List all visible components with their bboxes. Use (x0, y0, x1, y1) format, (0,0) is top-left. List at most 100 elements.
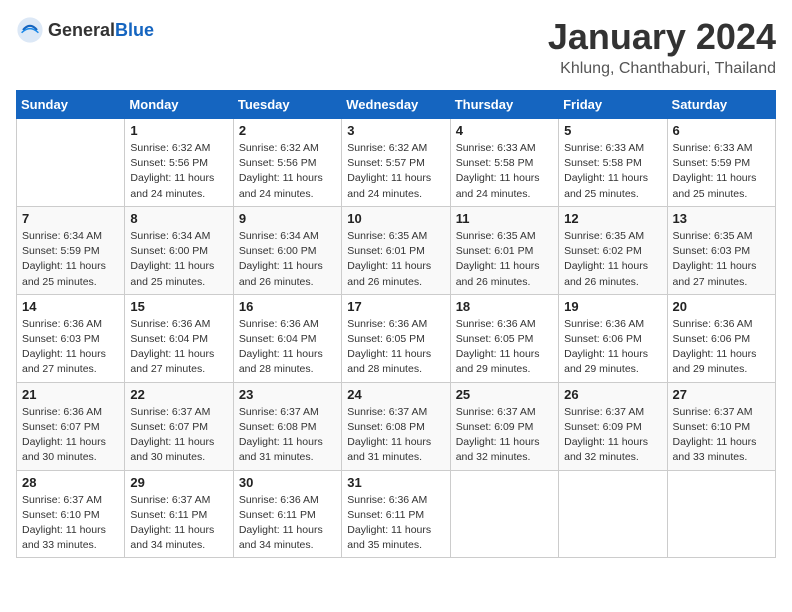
day-number: 1 (130, 123, 227, 138)
calendar-week-3: 14 Sunrise: 6:36 AMSunset: 6:03 PMDayligh… (17, 294, 776, 382)
day-number: 7 (22, 211, 119, 226)
calendar-cell: 16Sunrise: 6:36 AMSunset: 6:04 PMDayligh… (233, 294, 341, 382)
day-info: Sunrise: 6:36 AMSunset: 6:04 PMDaylight:… (239, 317, 336, 378)
day-info: Sunrise: 6:37 AMSunset: 6:09 PMDaylight:… (456, 405, 553, 466)
calendar-cell: 3 Sunrise: 6:32 AMSunset: 5:57 PMDaylight… (342, 119, 450, 207)
day-number: 14 (22, 299, 119, 314)
calendar-body: 1 Sunrise: 6:32 AMSunset: 5:56 PMDaylight… (17, 119, 776, 558)
calendar-header-tuesday: Tuesday (233, 91, 341, 119)
calendar-cell: 12 Sunrise: 6:35 AMSunset: 6:02 PMDayligh… (559, 206, 667, 294)
day-number: 9 (239, 211, 336, 226)
calendar-cell (667, 470, 775, 558)
calendar-cell: 19Sunrise: 6:36 AMSunset: 6:06 PMDayligh… (559, 294, 667, 382)
day-info: Sunrise: 6:36 AMSunset: 6:05 PMDaylight:… (456, 317, 553, 378)
calendar-header-monday: Monday (125, 91, 233, 119)
calendar-week-2: 7 Sunrise: 6:34 AMSunset: 5:59 PMDaylight… (17, 206, 776, 294)
day-info: Sunrise: 6:32 AMSunset: 5:57 PMDaylight:… (347, 141, 444, 202)
day-number: 12 (564, 211, 661, 226)
title-block: January 2024 Khlung, Chanthaburi, Thaila… (548, 16, 776, 78)
day-info: Sunrise: 6:36 AMSunset: 6:07 PMDaylight:… (22, 405, 119, 466)
day-info: Sunrise: 6:34 AMSunset: 5:59 PMDaylight:… (22, 229, 119, 290)
logo-text: GeneralBlue (48, 20, 154, 41)
calendar-cell: 5 Sunrise: 6:33 AMSunset: 5:58 PMDaylight… (559, 119, 667, 207)
calendar-cell: 23Sunrise: 6:37 AMSunset: 6:08 PMDayligh… (233, 382, 341, 470)
calendar-cell: 10 Sunrise: 6:35 AMSunset: 6:01 PMDayligh… (342, 206, 450, 294)
day-info: Sunrise: 6:37 AMSunset: 6:11 PMDaylight:… (130, 493, 227, 554)
day-info: Sunrise: 6:36 AMSunset: 6:06 PMDaylight:… (673, 317, 770, 378)
day-info: Sunrise: 6:36 AMSunset: 6:06 PMDaylight:… (564, 317, 661, 378)
calendar-header-friday: Friday (559, 91, 667, 119)
day-number: 28 (22, 475, 119, 490)
day-info: Sunrise: 6:37 AMSunset: 6:10 PMDaylight:… (673, 405, 770, 466)
calendar-cell: 14 Sunrise: 6:36 AMSunset: 6:03 PMDayligh… (17, 294, 125, 382)
day-number: 2 (239, 123, 336, 138)
calendar-cell: 24 Sunrise: 6:37 AMSunset: 6:08 PMDayligh… (342, 382, 450, 470)
calendar-cell: 29Sunrise: 6:37 AMSunset: 6:11 PMDayligh… (125, 470, 233, 558)
day-info: Sunrise: 6:32 AMSunset: 5:56 PMDaylight:… (239, 141, 336, 202)
day-number: 6 (673, 123, 770, 138)
day-info: Sunrise: 6:37 AMSunset: 6:08 PMDaylight:… (347, 405, 444, 466)
day-number: 21 (22, 387, 119, 402)
day-info: Sunrise: 6:37 AMSunset: 6:10 PMDaylight:… (22, 493, 119, 554)
calendar-cell: 26 Sunrise: 6:37 AMSunset: 6:09 PMDayligh… (559, 382, 667, 470)
calendar-week-5: 28 Sunrise: 6:37 AMSunset: 6:10 PMDayligh… (17, 470, 776, 558)
calendar-cell (450, 470, 558, 558)
day-number: 31 (347, 475, 444, 490)
day-number: 25 (456, 387, 553, 402)
day-info: Sunrise: 6:33 AMSunset: 5:59 PMDaylight:… (673, 141, 770, 202)
calendar-header-sunday: Sunday (17, 91, 125, 119)
day-info: Sunrise: 6:34 AMSunset: 6:00 PMDaylight:… (239, 229, 336, 290)
calendar-cell: 7 Sunrise: 6:34 AMSunset: 5:59 PMDaylight… (17, 206, 125, 294)
day-info: Sunrise: 6:36 AMSunset: 6:03 PMDaylight:… (22, 317, 119, 378)
day-info: Sunrise: 6:33 AMSunset: 5:58 PMDaylight:… (456, 141, 553, 202)
day-info: Sunrise: 6:35 AMSunset: 6:01 PMDaylight:… (347, 229, 444, 290)
calendar-cell (17, 119, 125, 207)
page-header: GeneralBlue January 2024 Khlung, Chantha… (16, 16, 776, 78)
day-info: Sunrise: 6:37 AMSunset: 6:09 PMDaylight:… (564, 405, 661, 466)
calendar-header-thursday: Thursday (450, 91, 558, 119)
calendar-week-1: 1 Sunrise: 6:32 AMSunset: 5:56 PMDaylight… (17, 119, 776, 207)
day-info: Sunrise: 6:32 AMSunset: 5:56 PMDaylight:… (130, 141, 227, 202)
calendar-cell: 6 Sunrise: 6:33 AMSunset: 5:59 PMDaylight… (667, 119, 775, 207)
calendar-subtitle: Khlung, Chanthaburi, Thailand (548, 60, 776, 78)
calendar-cell: 2 Sunrise: 6:32 AMSunset: 5:56 PMDaylight… (233, 119, 341, 207)
day-number: 23 (239, 387, 336, 402)
day-number: 15 (130, 299, 227, 314)
day-number: 11 (456, 211, 553, 226)
day-number: 3 (347, 123, 444, 138)
day-info: Sunrise: 6:34 AMSunset: 6:00 PMDaylight:… (130, 229, 227, 290)
day-info: Sunrise: 6:36 AMSunset: 6:04 PMDaylight:… (130, 317, 227, 378)
day-number: 30 (239, 475, 336, 490)
calendar-cell: 20 Sunrise: 6:36 AMSunset: 6:06 PMDayligh… (667, 294, 775, 382)
calendar-cell: 28 Sunrise: 6:37 AMSunset: 6:10 PMDayligh… (17, 470, 125, 558)
day-info: Sunrise: 6:36 AMSunset: 6:11 PMDaylight:… (347, 493, 444, 554)
day-number: 8 (130, 211, 227, 226)
day-info: Sunrise: 6:35 AMSunset: 6:02 PMDaylight:… (564, 229, 661, 290)
calendar-cell: 25 Sunrise: 6:37 AMSunset: 6:09 PMDayligh… (450, 382, 558, 470)
calendar-cell: 13Sunrise: 6:35 AMSunset: 6:03 PMDayligh… (667, 206, 775, 294)
day-number: 4 (456, 123, 553, 138)
day-info: Sunrise: 6:35 AMSunset: 6:03 PMDaylight:… (673, 229, 770, 290)
calendar-header-wednesday: Wednesday (342, 91, 450, 119)
calendar-cell: 21 Sunrise: 6:36 AMSunset: 6:07 PMDayligh… (17, 382, 125, 470)
day-number: 26 (564, 387, 661, 402)
calendar-cell: 15 Sunrise: 6:36 AMSunset: 6:04 PMDayligh… (125, 294, 233, 382)
day-number: 10 (347, 211, 444, 226)
day-number: 5 (564, 123, 661, 138)
calendar-cell (559, 470, 667, 558)
calendar-title: January 2024 (548, 16, 776, 58)
day-number: 22 (130, 387, 227, 402)
day-info: Sunrise: 6:35 AMSunset: 6:01 PMDaylight:… (456, 229, 553, 290)
day-info: Sunrise: 6:33 AMSunset: 5:58 PMDaylight:… (564, 141, 661, 202)
calendar-cell: 11 Sunrise: 6:35 AMSunset: 6:01 PMDayligh… (450, 206, 558, 294)
calendar-cell: 30Sunrise: 6:36 AMSunset: 6:11 PMDayligh… (233, 470, 341, 558)
day-number: 24 (347, 387, 444, 402)
calendar-cell: 22Sunrise: 6:37 AMSunset: 6:07 PMDayligh… (125, 382, 233, 470)
day-number: 20 (673, 299, 770, 314)
day-number: 17 (347, 299, 444, 314)
day-info: Sunrise: 6:36 AMSunset: 6:05 PMDaylight:… (347, 317, 444, 378)
calendar-week-4: 21 Sunrise: 6:36 AMSunset: 6:07 PMDayligh… (17, 382, 776, 470)
calendar-cell: 9 Sunrise: 6:34 AMSunset: 6:00 PMDaylight… (233, 206, 341, 294)
calendar-table: SundayMondayTuesdayWednesdayThursdayFrid… (16, 90, 776, 558)
calendar-header-row: SundayMondayTuesdayWednesdayThursdayFrid… (17, 91, 776, 119)
